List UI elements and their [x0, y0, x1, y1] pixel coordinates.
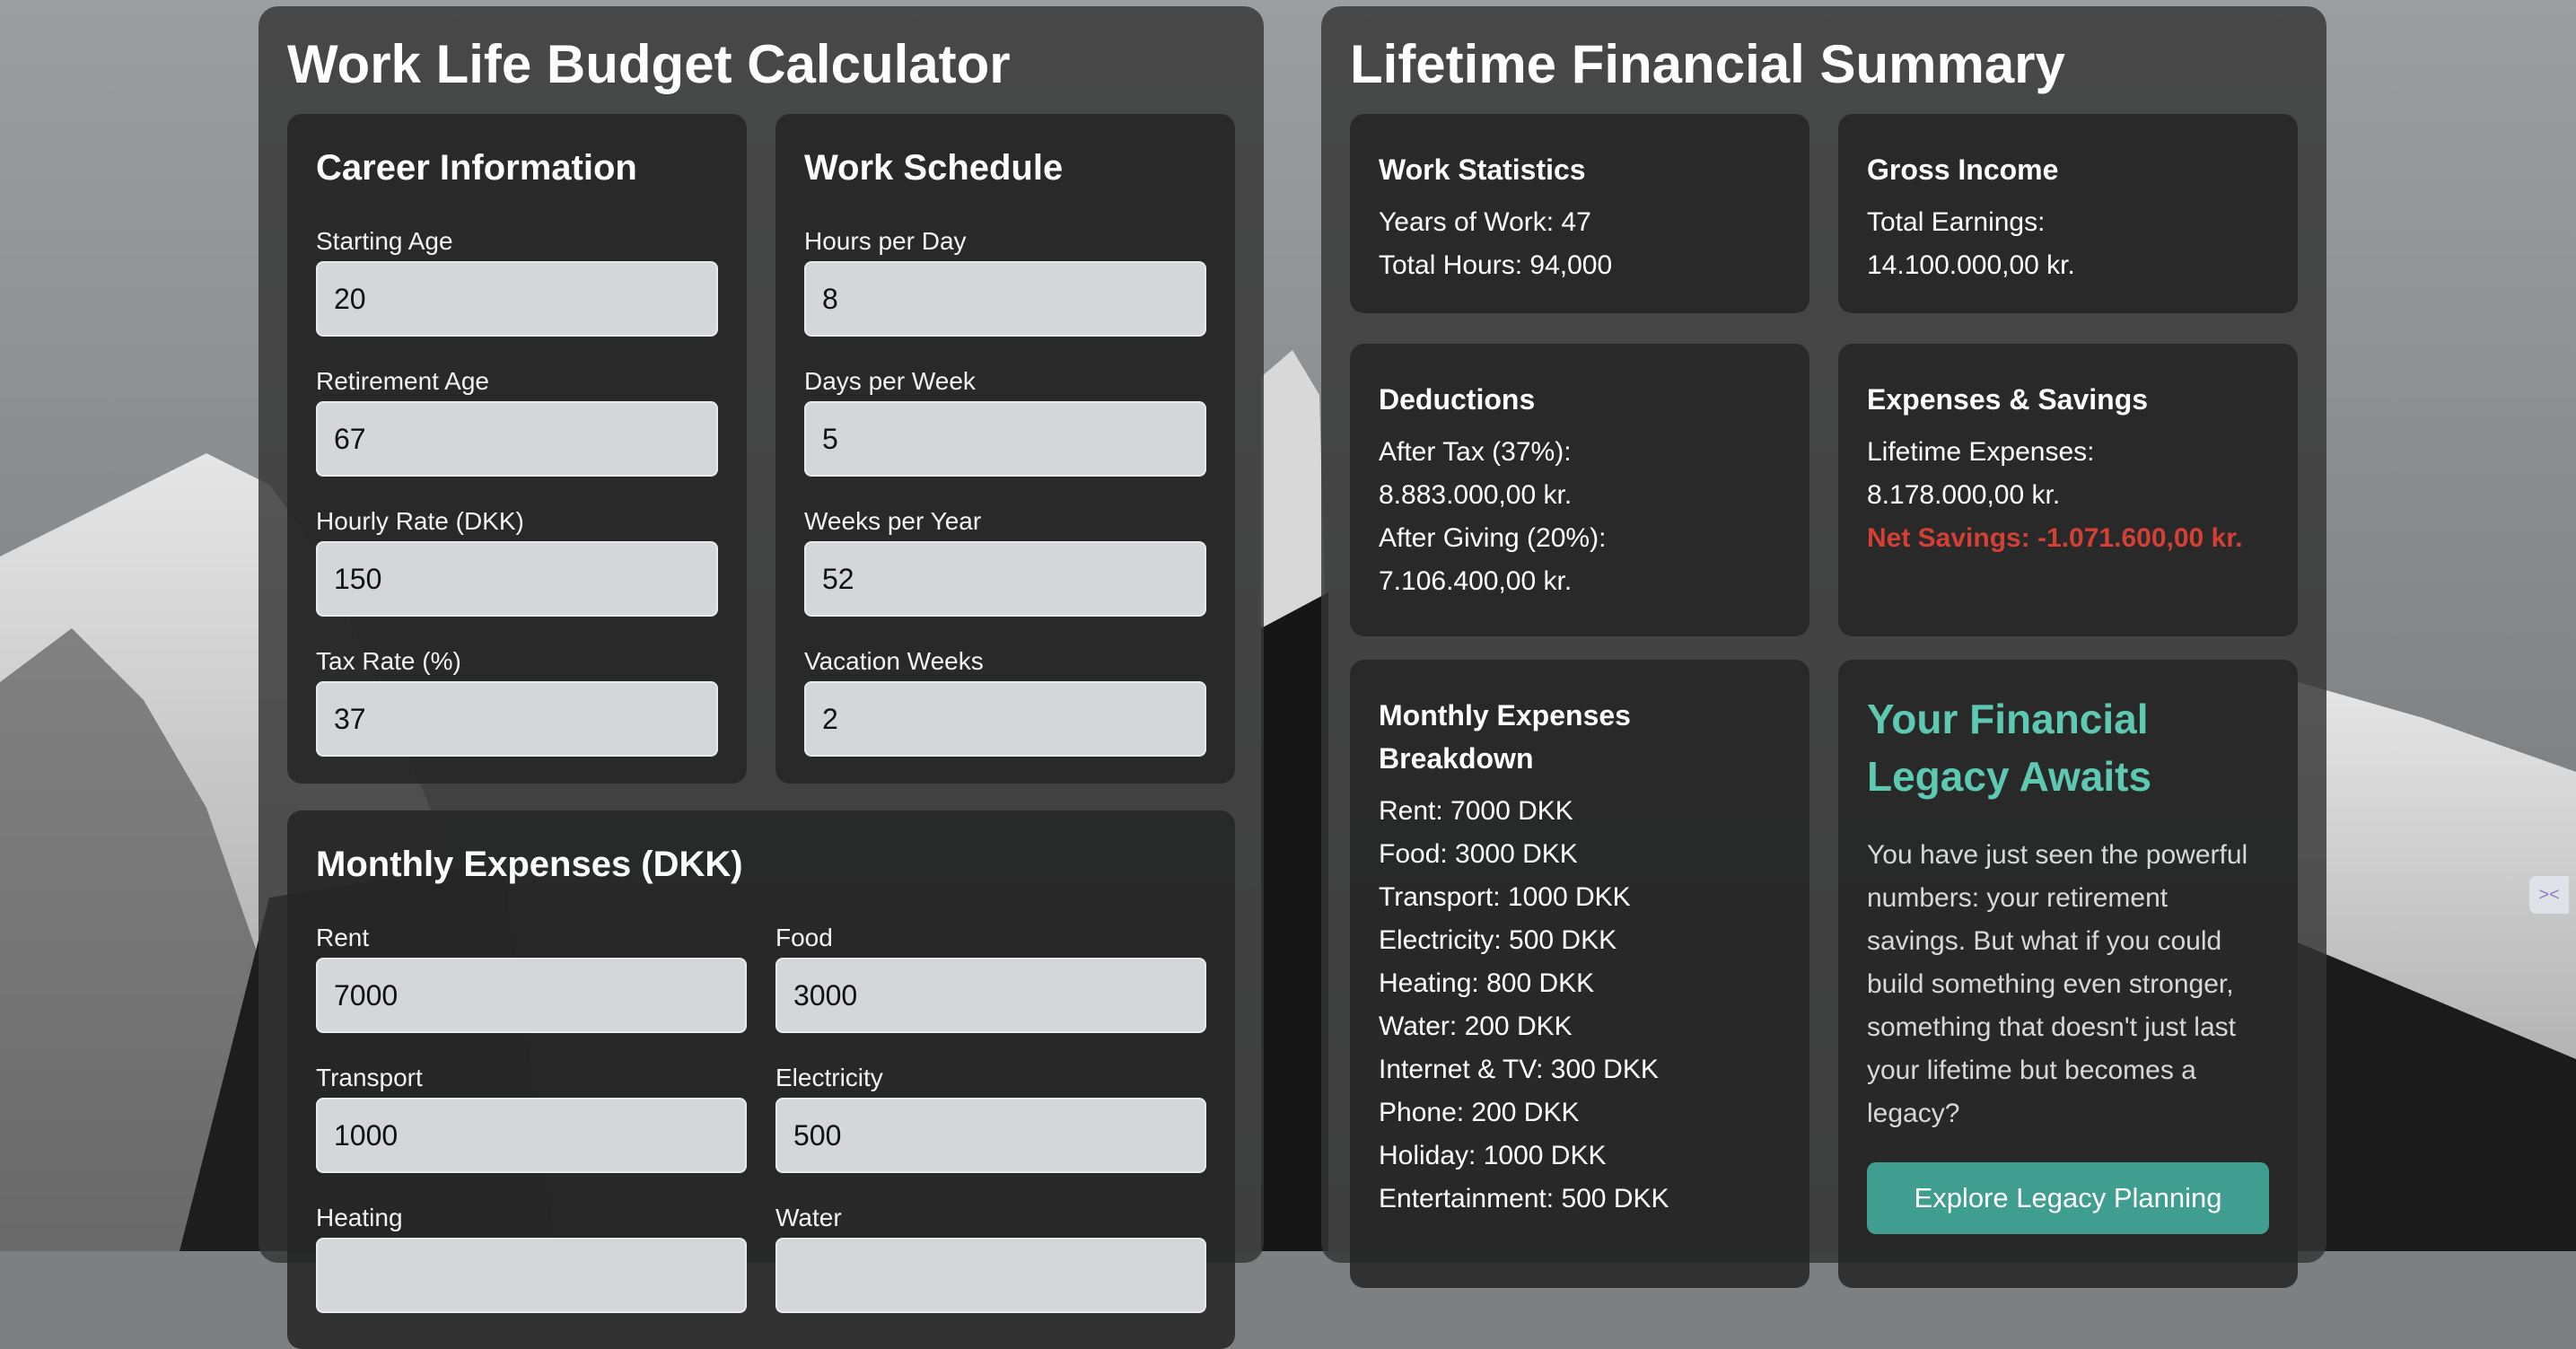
career-card: Career Information Starting Age 20 Retir…	[287, 114, 747, 784]
legacy-card: Your Financial Legacy Awaits You have ju…	[1838, 660, 2298, 1288]
breakdown-card: Monthly Expenses Breakdown Rent: 7000 DK…	[1350, 660, 1809, 1288]
years-of-work: Years of Work: 47	[1379, 207, 1591, 237]
weeks-per-year-field: Weeks per Year 52	[804, 507, 1206, 617]
electricity-field: Electricity 500	[775, 1064, 1206, 1173]
hourly-rate-label: Hourly Rate (DKK)	[316, 507, 524, 535]
hourly-rate-input[interactable]: 150	[316, 541, 718, 617]
transport-input[interactable]: 1000	[316, 1098, 747, 1173]
total-earnings-label: Total Earnings:	[1867, 207, 2046, 237]
work-statistics-card: Work Statistics Years of Work: 47 Total …	[1350, 114, 1809, 313]
work-statistics-title: Work Statistics	[1379, 153, 1586, 186]
after-giving-value: 7.106.400,00 kr.	[1379, 566, 1573, 596]
total-earnings-value: 14.100.000,00 kr.	[1867, 250, 2075, 280]
after-tax-label: After Tax (37%):	[1379, 437, 1572, 467]
breakdown-item-internet: Internet & TV: 300 DKK	[1379, 1055, 1659, 1084]
breakdown-title-line1: Monthly Expenses	[1379, 699, 1631, 731]
hours-per-day-field: Hours per Day 8	[804, 227, 1206, 337]
breakdown-item-phone: Phone: 200 DKK	[1379, 1098, 1580, 1127]
deductions-title: Deductions	[1379, 383, 1536, 416]
vacation-weeks-input[interactable]: 2	[804, 681, 1206, 757]
starting-age-field: Starting Age 20	[316, 227, 718, 337]
gross-income-title: Gross Income	[1867, 153, 2059, 186]
breakdown-item-heating: Heating: 800 DKK	[1379, 968, 1595, 998]
heating-label: Heating	[316, 1204, 403, 1231]
water-field: Water	[775, 1204, 1206, 1313]
monthly-expenses-title: Monthly Expenses (DKK)	[316, 845, 743, 884]
food-label: Food	[775, 924, 833, 951]
weeks-per-year-label: Weeks per Year	[804, 507, 982, 535]
breakdown-item-entertainment: Entertainment: 500 DKK	[1379, 1184, 1669, 1213]
net-savings: Net Savings: -1.071.600,00 kr.	[1867, 523, 2243, 553]
lifetime-expenses-label: Lifetime Expenses:	[1867, 437, 2095, 467]
calculator-title: Work Life Budget Calculator	[287, 34, 1011, 94]
legacy-title: Your Financial Legacy Awaits	[1867, 696, 2152, 800]
monthly-expenses-card: Monthly Expenses (DKK) Rent 7000 Food 30…	[287, 810, 1235, 1349]
calculator-panel: Work Life Budget Calculator Career Infor…	[258, 6, 1264, 1349]
retirement-age-field: Retirement Age 67	[316, 367, 718, 477]
rent-input[interactable]: 7000	[316, 958, 747, 1033]
expenses-savings-card: Expenses & Savings Lifetime Expenses: 8.…	[1838, 344, 2298, 636]
summary-panel: Lifetime Financial Summary Work Statisti…	[1321, 6, 2326, 1288]
weeks-per-year-input[interactable]: 52	[804, 541, 1206, 617]
breakdown-item-water: Water: 200 DKK	[1379, 1012, 1573, 1041]
breakdown-item-transport: Transport: 1000 DKK	[1379, 882, 1631, 912]
transport-field: Transport 1000	[316, 1064, 747, 1173]
food-field: Food 3000	[775, 924, 1206, 1033]
vacation-weeks-field: Vacation Weeks 2	[804, 647, 1206, 757]
food-input[interactable]: 3000	[775, 958, 1206, 1033]
tax-rate-field: Tax Rate (%) 37	[316, 647, 718, 757]
transport-label: Transport	[316, 1064, 423, 1091]
water-input[interactable]	[775, 1238, 1206, 1313]
breakdown-item-electricity: Electricity: 500 DKK	[1379, 925, 1617, 955]
total-hours: Total Hours: 94,000	[1379, 250, 1613, 280]
breakdown-title-line2: Breakdown	[1379, 742, 1534, 775]
breakdown-item-rent: Rent: 7000 DKK	[1379, 796, 1573, 826]
schedule-card: Work Schedule Hours per Day 8 Days per W…	[775, 114, 1235, 784]
hours-per-day-label: Hours per Day	[804, 227, 967, 255]
starting-age-label: Starting Age	[316, 227, 453, 255]
water-label: Water	[775, 1204, 842, 1231]
career-title: Career Information	[316, 148, 637, 188]
tax-rate-label: Tax Rate (%)	[316, 647, 461, 675]
breakdown-item-holiday: Holiday: 1000 DKK	[1379, 1141, 1607, 1170]
summary-title: Lifetime Financial Summary	[1350, 34, 2065, 94]
electricity-input[interactable]: 500	[775, 1098, 1206, 1173]
heating-field: Heating	[316, 1204, 747, 1313]
retirement-age-label: Retirement Age	[316, 367, 489, 395]
deductions-card: Deductions After Tax (37%): 8.883.000,00…	[1350, 344, 1809, 636]
after-tax-value: 8.883.000,00 kr.	[1379, 480, 1573, 510]
lifetime-expenses-value: 8.178.000,00 kr.	[1867, 480, 2061, 510]
rent-field: Rent 7000	[316, 924, 747, 1033]
explore-legacy-button[interactable]: Explore Legacy Planning	[1867, 1162, 2269, 1234]
retirement-age-input[interactable]: 67	[316, 401, 718, 477]
tax-rate-input[interactable]: 37	[316, 681, 718, 757]
days-per-week-field: Days per Week 5	[804, 367, 1206, 477]
extension-handle-icon[interactable]: ><	[2529, 876, 2569, 914]
legacy-text: You have just seen the powerful numbers:…	[1867, 840, 2248, 1128]
electricity-label: Electricity	[775, 1064, 883, 1091]
rent-label: Rent	[316, 924, 370, 951]
hourly-rate-field: Hourly Rate (DKK) 150	[316, 507, 718, 617]
hours-per-day-input[interactable]: 8	[804, 261, 1206, 337]
breakdown-item-food: Food: 3000 DKK	[1379, 839, 1578, 869]
heating-input[interactable]	[316, 1238, 747, 1313]
expenses-savings-title: Expenses & Savings	[1867, 383, 2149, 416]
days-per-week-label: Days per Week	[804, 367, 976, 395]
schedule-title: Work Schedule	[804, 148, 1064, 188]
vacation-weeks-label: Vacation Weeks	[804, 647, 984, 675]
gross-income-card: Gross Income Total Earnings: 14.100.000,…	[1838, 114, 2298, 313]
after-giving-label: After Giving (20%):	[1379, 523, 1607, 553]
starting-age-input[interactable]: 20	[316, 261, 718, 337]
days-per-week-input[interactable]: 5	[804, 401, 1206, 477]
